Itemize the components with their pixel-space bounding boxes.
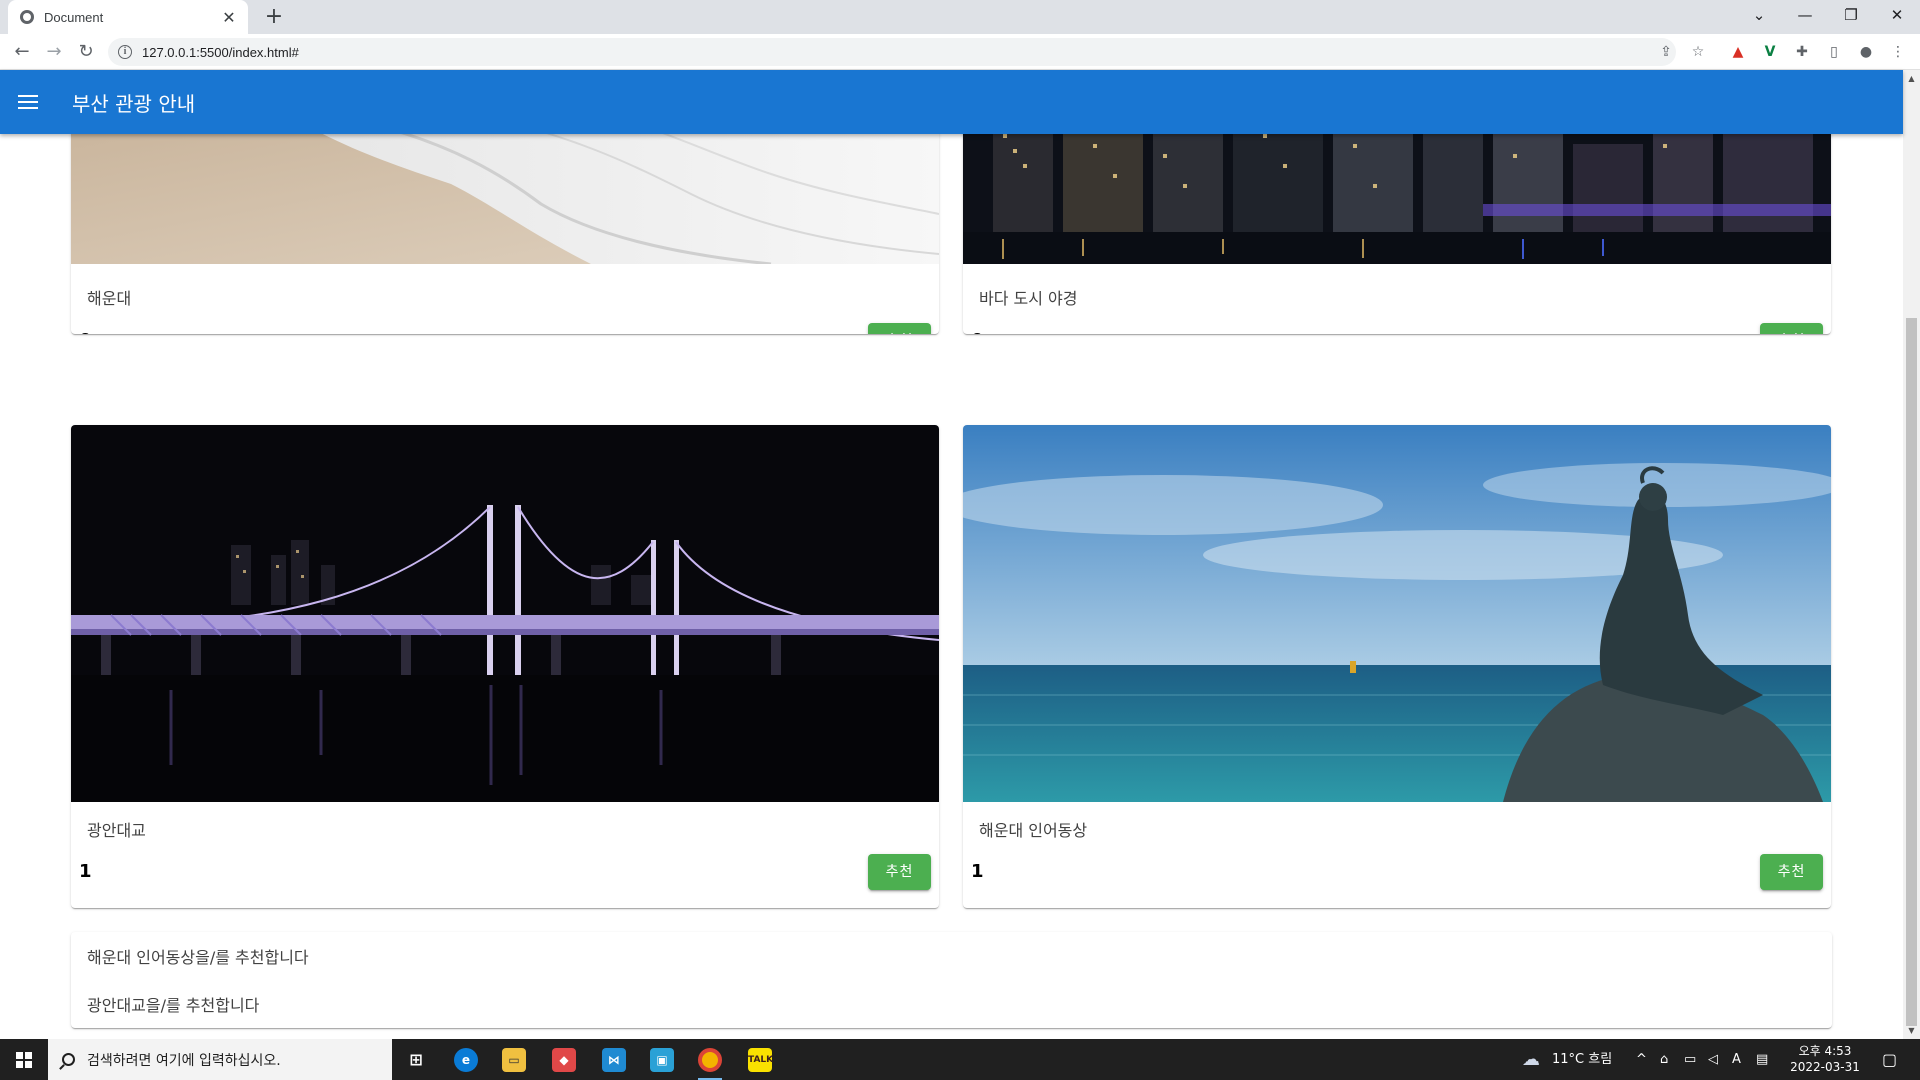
- scroll-up-arrow-icon[interactable]: ▲: [1903, 70, 1920, 87]
- address-bar[interactable]: i 127.0.0.1:5500/index.html#: [108, 38, 1676, 66]
- browser-tab-strip: Document ✕ + ⌄ — ❐ ✕: [0, 0, 1920, 34]
- card-image-city-night: [963, 134, 1831, 264]
- chrome-icon[interactable]: [690, 1043, 730, 1080]
- recommend-button[interactable]: 추천: [868, 323, 931, 334]
- card-image-mermaid-statue: [963, 425, 1831, 802]
- scrollbar-thumb[interactable]: [1906, 318, 1917, 1026]
- kakaotalk-icon[interactable]: TALK: [740, 1043, 780, 1077]
- extension-vue-icon[interactable]: V: [1760, 42, 1780, 62]
- extension-red-icon[interactable]: ▲: [1728, 42, 1748, 62]
- recommend-count: 0: [971, 330, 984, 334]
- main-content: 해운대 0 추천: [0, 134, 1903, 1039]
- tab-close-icon[interactable]: ✕: [220, 8, 238, 27]
- ime-mode-icon[interactable]: ▤: [1756, 1039, 1768, 1080]
- volume-icon[interactable]: ◁: [1708, 1039, 1718, 1080]
- more-menu-icon[interactable]: ⋮: [1888, 42, 1908, 62]
- close-window-button[interactable]: ✕: [1874, 0, 1920, 30]
- back-arrow-icon[interactable]: ←: [8, 38, 36, 66]
- onedrive-icon[interactable]: ⌂: [1660, 1039, 1668, 1080]
- log-item: 해운대 인어동상을/를 추천합니다: [87, 948, 309, 967]
- search-placeholder: 검색하려면 여기에 입력하십시오.: [87, 1052, 281, 1069]
- recommend-count: 1: [79, 861, 92, 882]
- edge-icon[interactable]: e: [446, 1043, 486, 1077]
- new-tab-button[interactable]: +: [260, 4, 288, 30]
- scroll-down-arrow-icon[interactable]: ▼: [1903, 1022, 1920, 1039]
- browser-tab[interactable]: Document ✕: [8, 0, 248, 34]
- tab-search-chevron-icon[interactable]: ⌄: [1736, 0, 1782, 30]
- card-haeundae: 해운대 0 추천: [71, 134, 939, 334]
- reload-icon[interactable]: ↻: [72, 38, 100, 66]
- recommend-button[interactable]: 추천: [868, 854, 931, 890]
- card-title: 바다 도시 야경: [979, 289, 1078, 308]
- globe-icon: [20, 10, 34, 24]
- recommend-count: 1: [971, 861, 984, 882]
- taskbar: 검색하려면 여기에 입력하십시오. ⊞ e ▭ ◆ ⋈ ▣ TALK ☁ 11°…: [0, 1039, 1920, 1080]
- taskbar-search-input[interactable]: 검색하려면 여기에 입력하십시오.: [48, 1039, 392, 1080]
- bookmark-star-icon[interactable]: ☆: [1688, 42, 1708, 62]
- card-title: 광안대교: [87, 821, 146, 840]
- card-title: 해운대: [87, 289, 132, 308]
- log-item: 광안대교을/를 추천합니다: [87, 996, 260, 1015]
- weather-text[interactable]: 11°C 흐림: [1552, 1039, 1612, 1080]
- tray-overflow-chevron-icon[interactable]: ^: [1636, 1039, 1647, 1080]
- info-icon[interactable]: i: [118, 45, 132, 59]
- menu-icon[interactable]: [18, 95, 38, 109]
- store-app-icon[interactable]: ▣: [642, 1043, 682, 1077]
- app-title: 부산 관광 안내: [72, 91, 196, 116]
- app-bar: 부산 관광 안내: [0, 70, 1903, 134]
- weather-cloud-icon[interactable]: ☁: [1522, 1039, 1540, 1080]
- tab-title: Document: [44, 9, 104, 25]
- restore-button[interactable]: ❐: [1828, 0, 1874, 30]
- card-gwangan-bridge: 광안대교 1 추천: [71, 425, 939, 908]
- search-icon: [62, 1053, 75, 1066]
- card-city-night: 바다 도시 야경 0 추천: [963, 134, 1831, 334]
- file-explorer-icon[interactable]: ▭: [494, 1043, 534, 1077]
- task-view-icon[interactable]: ⊞: [396, 1043, 436, 1077]
- recommendation-log: 해운대 인어동상을/를 추천합니다 광안대교을/를 추천합니다: [71, 932, 1832, 1028]
- windows-start-icon[interactable]: [0, 1039, 46, 1080]
- share-icon[interactable]: ⇪: [1656, 42, 1676, 62]
- network-icon[interactable]: ▭: [1684, 1039, 1696, 1080]
- side-panel-icon[interactable]: ▯: [1824, 42, 1844, 62]
- card-image-beach: [71, 134, 939, 264]
- card-image-bridge-night: [71, 425, 939, 802]
- url-text: 127.0.0.1:5500/index.html#: [142, 44, 299, 60]
- git-app-icon[interactable]: ◆: [544, 1043, 584, 1077]
- ime-language-indicator[interactable]: A: [1732, 1039, 1741, 1080]
- clock[interactable]: 오후 4:53 2022-03-31: [1782, 1043, 1868, 1075]
- clock-time: 오후 4:53: [1798, 1044, 1852, 1058]
- forward-arrow-icon[interactable]: →: [40, 38, 68, 66]
- minimize-button[interactable]: —: [1782, 0, 1828, 30]
- card-title: 해운대 인어동상: [979, 821, 1088, 840]
- card-mermaid-statue: 해운대 인어동상 1 추천: [963, 425, 1831, 908]
- recommend-count: 0: [79, 330, 92, 334]
- vscode-icon[interactable]: ⋈: [594, 1043, 634, 1077]
- browser-toolbar: ← → ↻ i 127.0.0.1:5500/index.html# ⇪ ☆ ▲…: [0, 34, 1920, 70]
- notification-center-icon[interactable]: ▢: [1882, 1039, 1897, 1080]
- recommend-button[interactable]: 추천: [1760, 854, 1823, 890]
- profile-avatar-icon[interactable]: ●: [1856, 42, 1876, 62]
- clock-date: 2022-03-31: [1790, 1060, 1860, 1074]
- recommend-button[interactable]: 추천: [1760, 323, 1823, 334]
- extensions-puzzle-icon[interactable]: ✚: [1792, 42, 1812, 62]
